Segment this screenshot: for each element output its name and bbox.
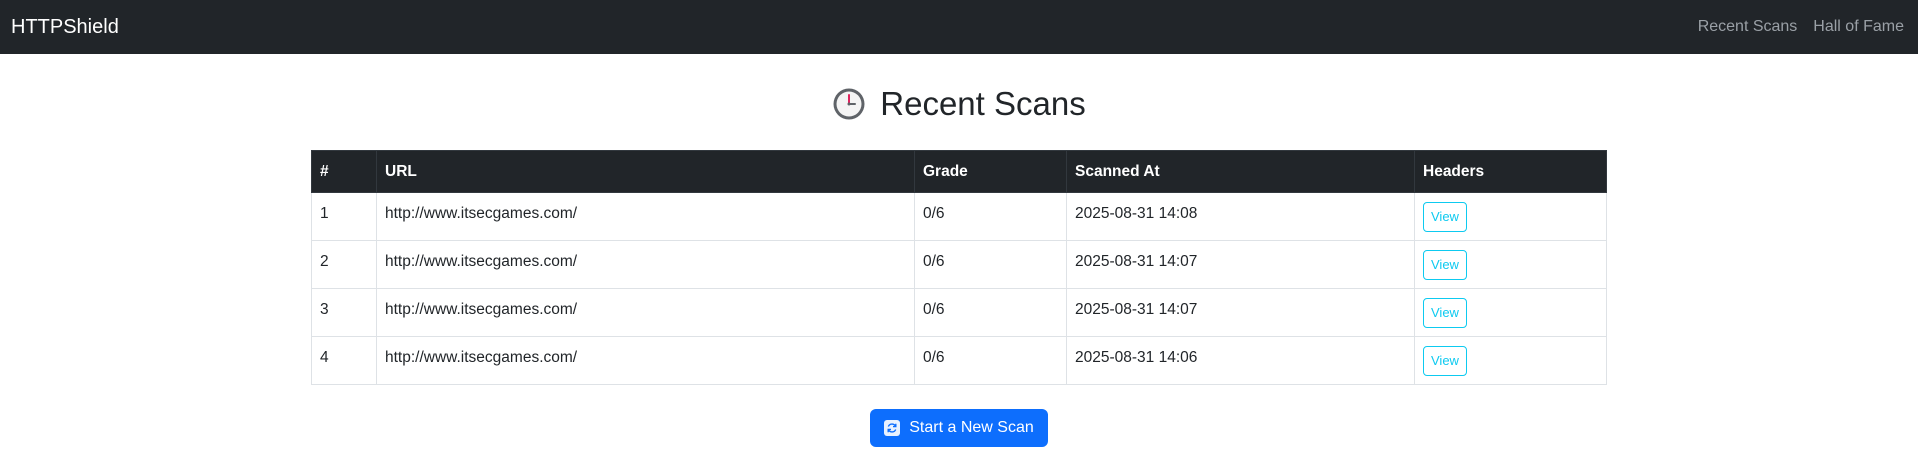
row-url: http://www.itsecgames.com/ <box>376 192 915 241</box>
action-row: Start a New Scan <box>311 409 1607 447</box>
table-row: 2 http://www.itsecgames.com/ 0/6 2025-08… <box>311 240 1607 289</box>
row-scanned-at: 2025-08-31 14:07 <box>1066 240 1415 289</box>
table-row: 4 http://www.itsecgames.com/ 0/6 2025-08… <box>311 336 1607 385</box>
view-button[interactable]: View <box>1423 297 1467 328</box>
row-num: 3 <box>311 288 377 337</box>
row-grade: 0/6 <box>914 336 1067 385</box>
row-scanned-at: 2025-08-31 14:08 <box>1066 192 1415 241</box>
nav-link-hall-of-fame[interactable]: Hall of Fame <box>1813 18 1904 36</box>
row-url: http://www.itsecgames.com/ <box>376 288 915 337</box>
row-scanned-at: 2025-08-31 14:07 <box>1066 288 1415 337</box>
row-num: 1 <box>311 192 377 241</box>
row-grade: 0/6 <box>914 192 1067 241</box>
header-num: # <box>311 150 377 193</box>
row-headers-cell: View <box>1414 288 1607 337</box>
header-url: URL <box>376 150 915 193</box>
header-scanned-at: Scanned At <box>1066 150 1415 193</box>
row-num: 2 <box>311 240 377 289</box>
refresh-icon <box>884 420 901 436</box>
scans-table: # URL Grade Scanned At Headers 1 http://… <box>311 150 1607 385</box>
header-grade: Grade <box>914 150 1067 193</box>
nav-link-recent-scans[interactable]: Recent Scans <box>1698 18 1798 36</box>
row-headers-cell: View <box>1414 336 1607 385</box>
brand-link[interactable]: HTTPShield <box>11 16 119 39</box>
table-row: 3 http://www.itsecgames.com/ 0/6 2025-08… <box>311 288 1607 337</box>
table-header-row: # URL Grade Scanned At Headers <box>311 150 1607 193</box>
clock-icon <box>832 87 866 121</box>
table-row: 1 http://www.itsecgames.com/ 0/6 2025-08… <box>311 192 1607 241</box>
row-num: 4 <box>311 336 377 385</box>
view-button[interactable]: View <box>1423 345 1467 376</box>
row-grade: 0/6 <box>914 288 1067 337</box>
start-new-scan-button[interactable]: Start a New Scan <box>870 409 1048 447</box>
header-headers: Headers <box>1414 150 1607 193</box>
start-new-scan-label: Start a New Scan <box>909 419 1034 436</box>
row-headers-cell: View <box>1414 240 1607 289</box>
title-row: Recent Scans <box>311 54 1607 150</box>
row-url: http://www.itsecgames.com/ <box>376 240 915 289</box>
navbar: HTTPShield Recent Scans Hall of Fame <box>0 0 1918 54</box>
view-button[interactable]: View <box>1423 249 1467 280</box>
row-scanned-at: 2025-08-31 14:06 <box>1066 336 1415 385</box>
row-url: http://www.itsecgames.com/ <box>376 336 915 385</box>
page-title: Recent Scans <box>880 85 1086 122</box>
view-button[interactable]: View <box>1423 201 1467 232</box>
row-grade: 0/6 <box>914 240 1067 289</box>
row-headers-cell: View <box>1414 192 1607 241</box>
nav-links: Recent Scans Hall of Fame <box>1698 18 1906 36</box>
main-content: Recent Scans # URL Grade Scanned At Head… <box>311 54 1607 447</box>
